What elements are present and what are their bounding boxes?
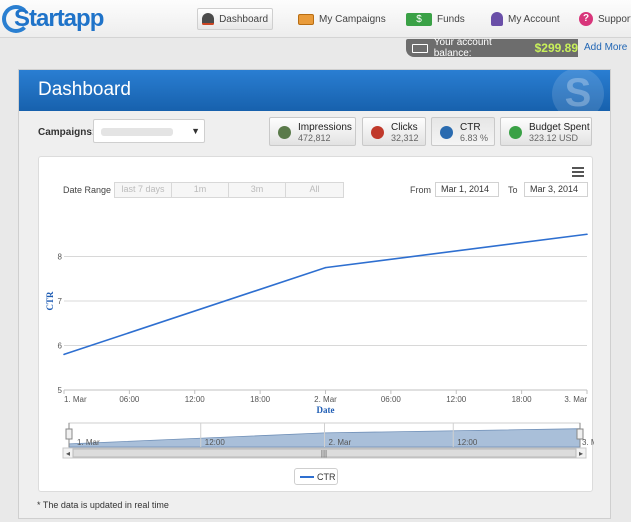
chart-card: Date Range last 7 days 1m 3m All From Ma… [38,156,594,492]
y-tick-label: 7 [58,297,63,306]
nav-my-campaigns-label: My Campaigns [319,13,386,25]
nav-my-account[interactable]: My Account [491,8,560,30]
legend-swatch [300,476,314,478]
balance-label: Your account balance: [433,37,492,59]
stat-budget-value: 323.12 USD [529,133,579,143]
stat-clicks-value: 32,312 [391,133,419,143]
stat-ctr[interactable]: CTR 6.83 % [431,117,495,146]
startapp-logo[interactable]: Startapp [2,3,104,35]
x-tick-label: 3. Mar [564,395,587,404]
x-tick-label: 06:00 [119,395,140,404]
balance-amount: $299.89 [534,41,578,55]
x-tick-label: 06:00 [381,395,402,404]
x-tick-label: 18:00 [512,395,533,404]
realtime-footnote: * The data is updated in real time [37,500,169,510]
stat-budget-spent[interactable]: Budget Spent 323.12 USD [500,117,592,146]
account-icon [491,12,503,26]
ctr-data-point [324,266,327,269]
top-bar: Startapp Dashboard My Campaigns $ Funds … [0,0,631,38]
campaigns-icon [298,13,314,25]
stat-budget-label: Budget Spent [529,122,590,133]
scrollbar-grip: ||| [321,449,327,458]
clicks-icon [371,126,384,139]
account-balance-bar: Your account balance: $299.89 Add More [406,37,631,59]
stat-impressions[interactable]: Impressions 472,812 [269,117,356,146]
navigator-tick-label: 1. Mar [77,438,100,447]
x-tick-label: 18:00 [250,395,271,404]
logo-text: Startapp [14,5,104,32]
panel-header: Dashboard S [19,70,610,111]
gear-icon [440,126,453,139]
support-icon: ? [579,12,593,26]
x-tick-label: 1. Mar [64,395,87,404]
funds-icon: $ [406,12,432,26]
add-more-link[interactable]: Add More [584,42,627,53]
page-title: Dashboard [38,79,131,100]
ctr-data-point [63,353,65,356]
dollar-icon [509,126,522,139]
nav-dashboard[interactable]: Dashboard [197,8,273,30]
y-tick-label: 5 [58,386,63,395]
stat-clicks[interactable]: Clicks 32,312 [362,117,426,146]
scroll-left-arrow: ◂ [66,449,70,458]
x-tick-label: 12:00 [185,395,206,404]
navigator-tick-label: 12:00 [457,438,478,447]
navigator-left-handle[interactable] [65,428,73,440]
y-axis-title: CTR [45,291,55,311]
campaigns-label: Campaigns: [38,127,96,138]
stat-ctr-value: 6.83 % [460,133,489,143]
dashboard-panel: Dashboard S Campaigns: ▼ Impressions 472… [18,69,611,519]
ctr-series-line [63,233,588,356]
navigator-tick-label: 3. M [582,438,594,447]
impressions-icon [278,126,291,139]
nav-funds[interactable]: $ Funds [406,8,465,30]
startapp-badge-icon: S [552,70,604,111]
ctr-line-chart: 5 6 7 8 1. Mar 06:00 12:00 18:00 2. Mar 06:00 12:0… [45,233,594,459]
dashboard-icon [202,13,215,25]
money-icon [412,43,428,53]
nav-funds-label: Funds [437,13,465,25]
balance-display: Your account balance: $299.89 [406,37,578,59]
chevron-down-icon: ▼ [191,126,200,136]
chart-legend[interactable]: CTR [294,468,338,485]
y-tick-label: 6 [58,342,63,351]
y-tick-label: 8 [58,253,63,262]
nav-support-label: Support [598,13,631,25]
scroll-right-arrow: ▸ [579,449,583,458]
legend-ctr-label: CTR [317,472,336,482]
x-tick-label: 2. Mar [314,395,337,404]
x-tick-label: 12:00 [446,395,467,404]
campaigns-selected-value [101,128,173,136]
nav-support[interactable]: ? Support [579,8,631,30]
stat-ctr-label: CTR [460,122,481,133]
nav-dashboard-label: Dashboard [219,13,268,25]
navigator-tick-label: 12:00 [205,438,226,447]
ctr-data-point [586,233,588,236]
stat-impressions-label: Impressions [298,122,352,133]
x-axis-title: Date [317,405,335,415]
navigator-tick-label: 2. Mar [329,438,352,447]
nav-my-campaigns[interactable]: My Campaigns [298,8,386,30]
stat-clicks-label: Clicks [391,122,418,133]
nav-my-account-label: My Account [508,13,560,25]
stat-impressions-value: 472,812 [298,133,331,143]
campaigns-select[interactable]: ▼ [93,119,205,143]
